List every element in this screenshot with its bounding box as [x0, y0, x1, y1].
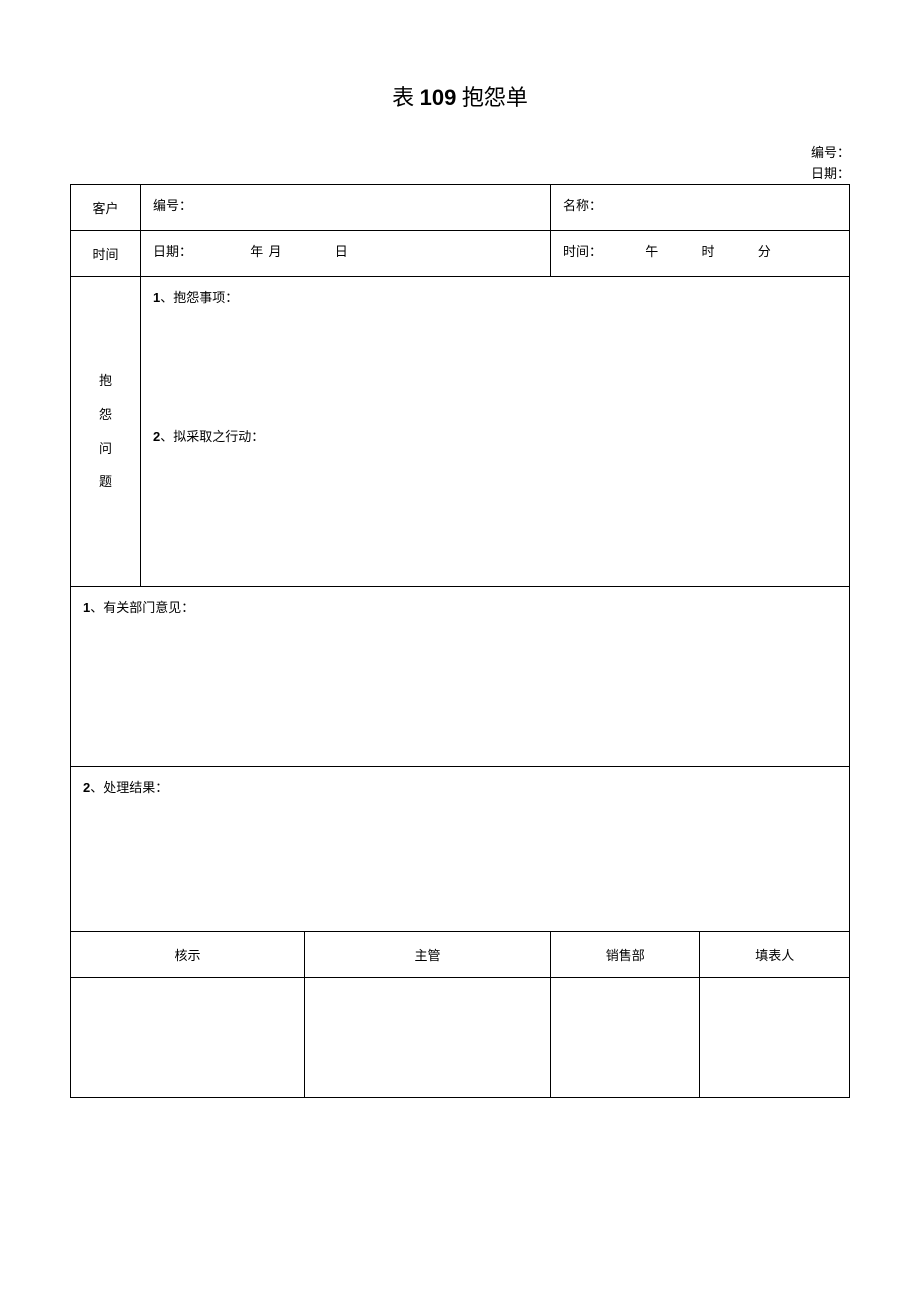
- complaint-item2-text: 、拟采取之行动：: [160, 429, 264, 444]
- sig-body-3: [551, 978, 700, 1098]
- header-date: 日期：: [70, 163, 850, 182]
- result-cell: 2、处理结果：: [71, 767, 850, 932]
- sig-body-4: [700, 978, 850, 1098]
- header-serial: 编号：: [70, 142, 850, 161]
- form-table: 客户 编号： 名称： 时间 日期： 年 月 日 时间： 午 时 分 抱 怨 问 …: [70, 184, 850, 1098]
- complaint-char-2: 怨: [99, 407, 112, 422]
- title-number: 109: [420, 85, 457, 110]
- sig-header-2: 主管: [305, 932, 551, 978]
- time-cell: 时间： 午 时 分: [551, 231, 850, 277]
- hour-label: 时: [702, 241, 715, 260]
- complaint-char-3: 问: [99, 441, 112, 456]
- complaint-body: 1、抱怨事项： 2、拟采取之行动：: [141, 277, 850, 587]
- customer-serial: 编号：: [141, 185, 551, 231]
- opinion-text: 、有关部门意见：: [90, 600, 194, 615]
- title-prefix: 表: [392, 85, 420, 110]
- year-label: 年: [250, 241, 263, 260]
- sig-body-1: [71, 978, 305, 1098]
- customer-label: 客户: [71, 185, 141, 231]
- sig-body-2: [305, 978, 551, 1098]
- title-suffix: 抱怨单: [456, 85, 528, 110]
- complaint-label: 抱 怨 问 题: [71, 277, 141, 587]
- opinion-cell: 1、有关部门意见：: [71, 587, 850, 767]
- sig-header-1: 核示: [71, 932, 305, 978]
- day-label: 日: [335, 241, 348, 260]
- complaint-char-4: 题: [99, 474, 112, 489]
- sig-header-3: 销售部: [551, 932, 700, 978]
- time-field-label: 时间：: [563, 241, 602, 260]
- minute-label: 分: [758, 241, 771, 260]
- date-label: 日期：: [153, 241, 192, 260]
- complaint-char-1: 抱: [99, 373, 112, 388]
- time-label: 时间: [71, 231, 141, 277]
- ampm-label: 午: [645, 241, 658, 260]
- page-title: 表 109 抱怨单: [70, 80, 850, 112]
- result-text: 、处理结果：: [90, 780, 168, 795]
- complaint-item1-text: 、抱怨事项：: [160, 290, 238, 305]
- date-cell: 日期： 年 月 日: [141, 231, 551, 277]
- customer-name: 名称：: [551, 185, 850, 231]
- sig-header-4: 填表人: [700, 932, 850, 978]
- month-label: 月: [269, 241, 282, 260]
